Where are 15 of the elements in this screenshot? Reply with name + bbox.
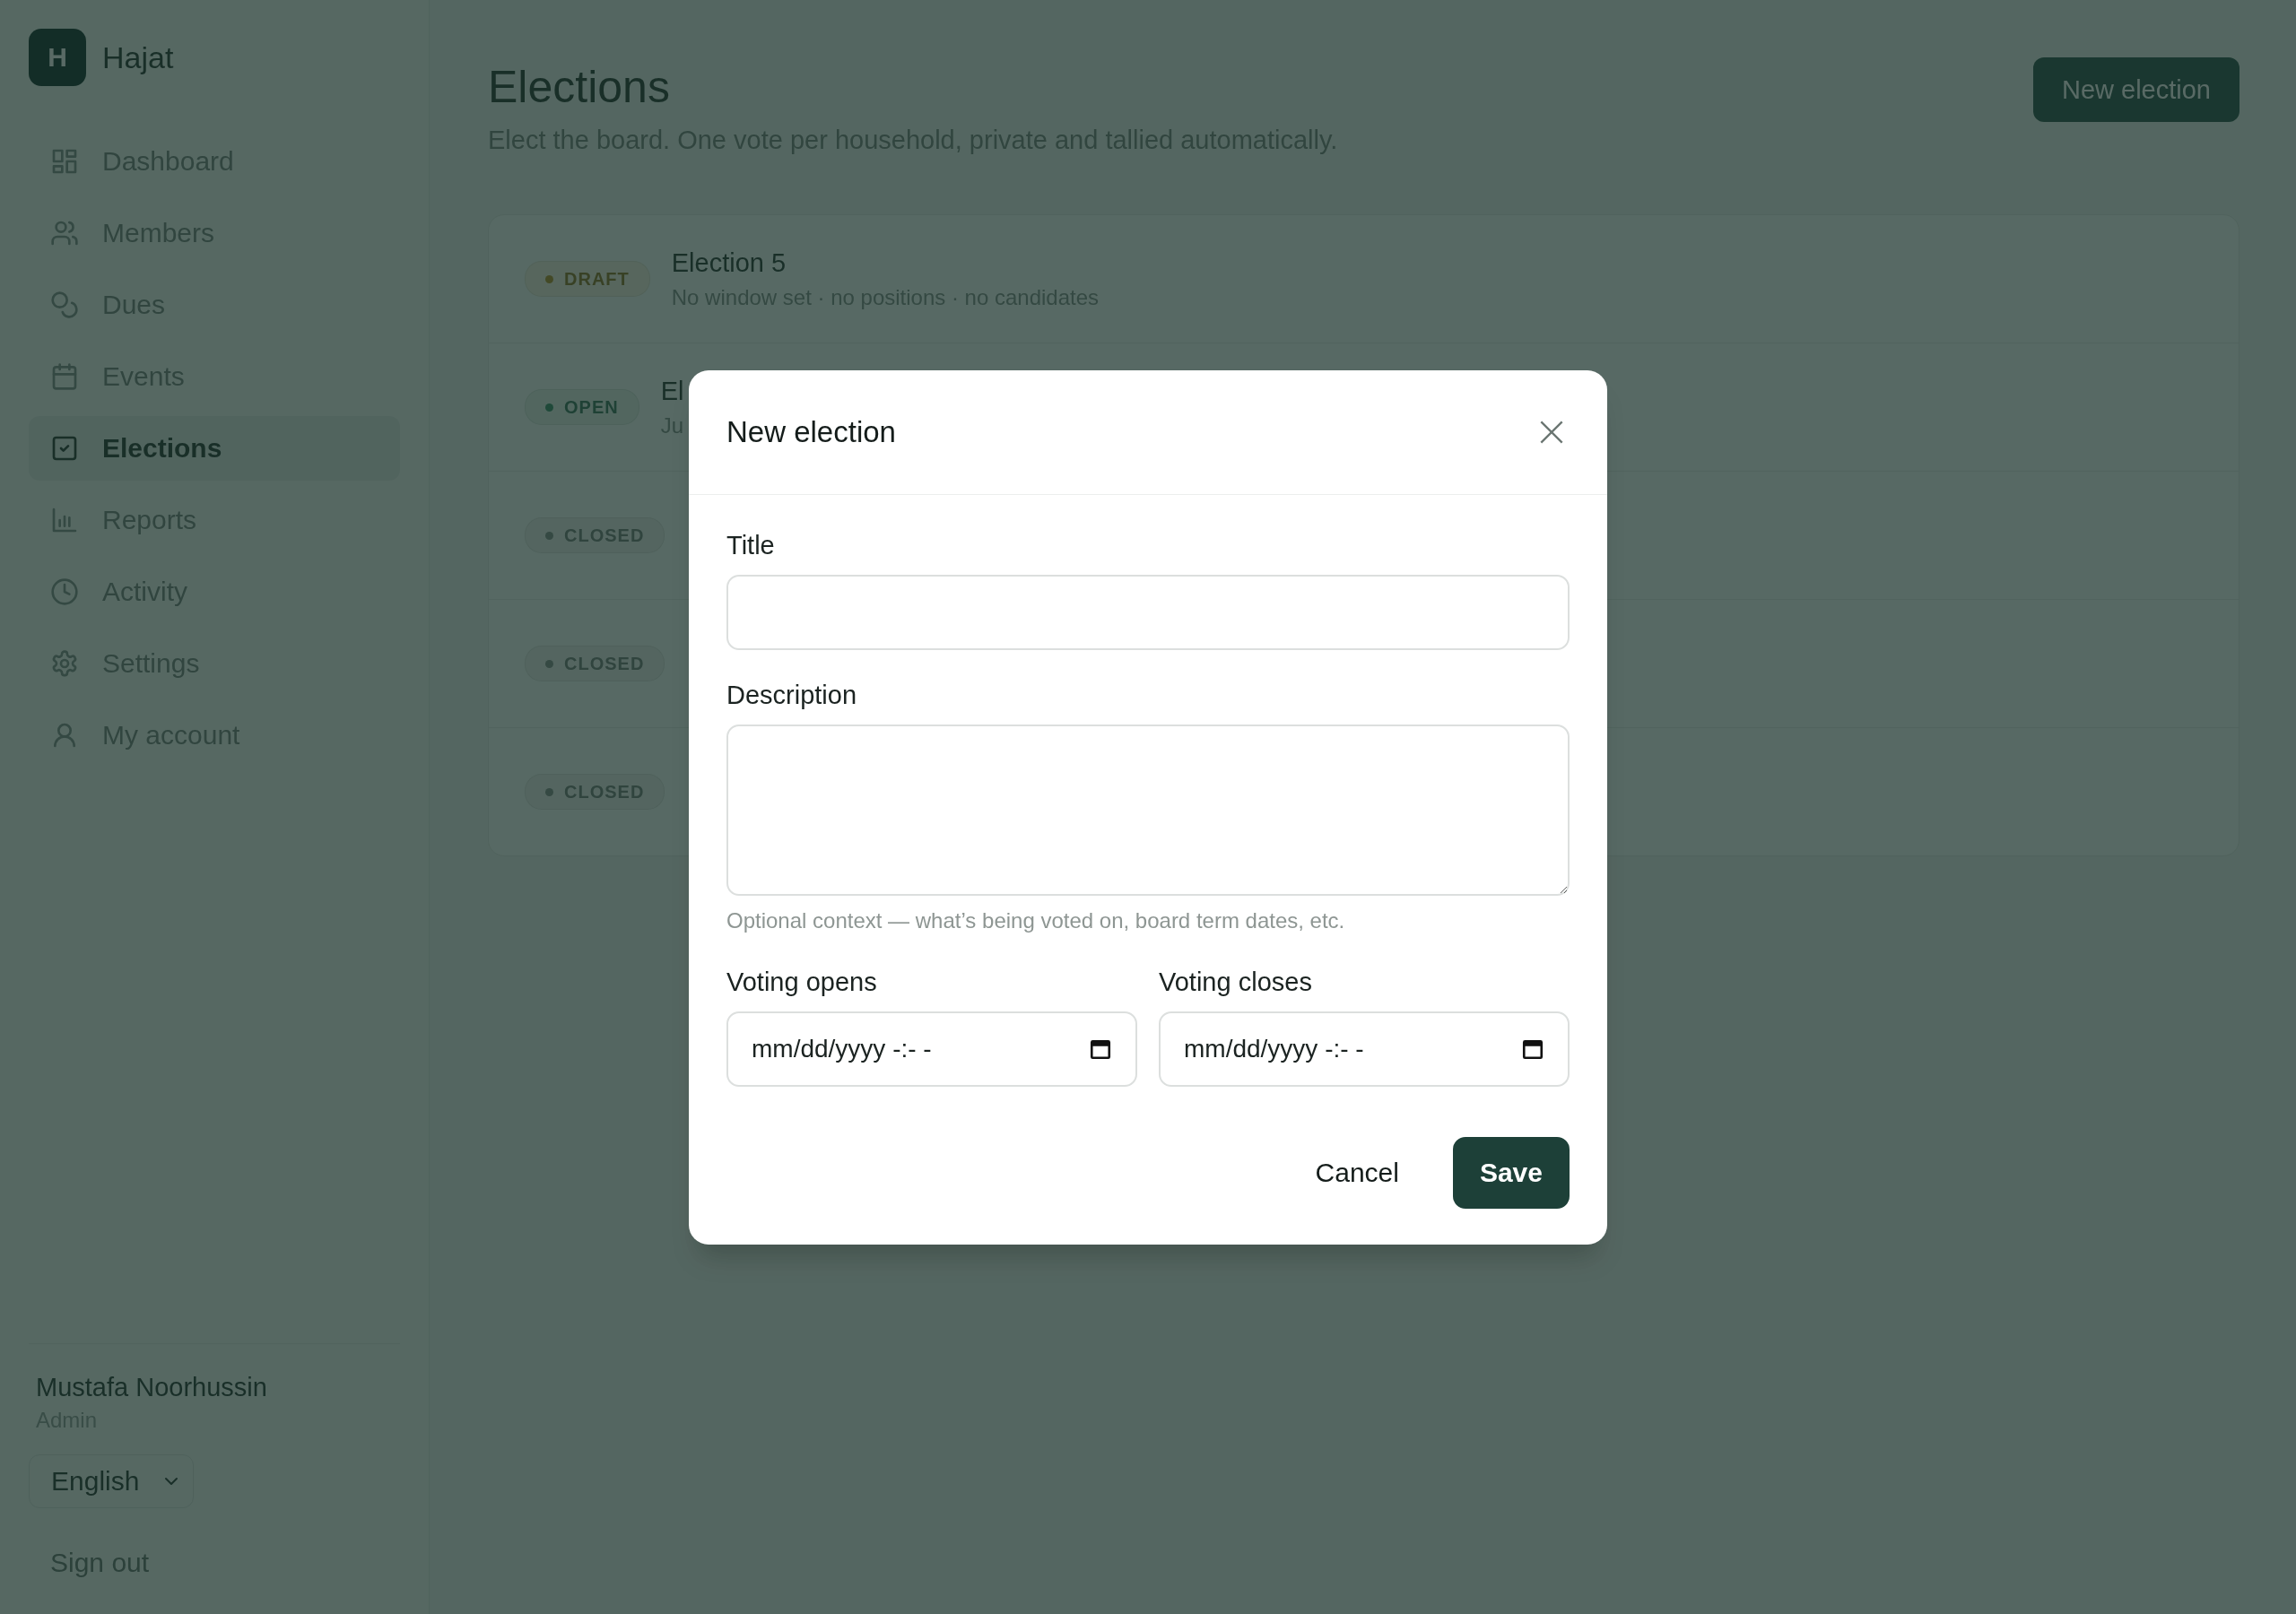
save-button[interactable]: Save [1452,1136,1570,1209]
field-label: Voting closes [1159,967,1313,997]
user-name: Mustafa Noorhussin [35,1373,267,1402]
field-label: Title [726,530,776,560]
description-field[interactable] [726,724,1570,896]
dialog-title: New election [726,414,896,449]
app-name: Hajat [102,39,174,75]
cancel-button[interactable]: Cancel [1288,1136,1426,1209]
field-label: Voting opens [726,967,878,997]
field-label: Description [726,680,858,710]
date-time-field[interactable]: mm/dd/yyyy -:- - [1159,1011,1570,1087]
title-field[interactable] [726,574,1570,650]
date-time-field[interactable]: mm/dd/yyyy -:- - [726,1011,1137,1087]
page-title: Elections [488,61,671,113]
field-hint: Optional context — what’s being voted on, board term dates, etc. [726,907,1346,933]
